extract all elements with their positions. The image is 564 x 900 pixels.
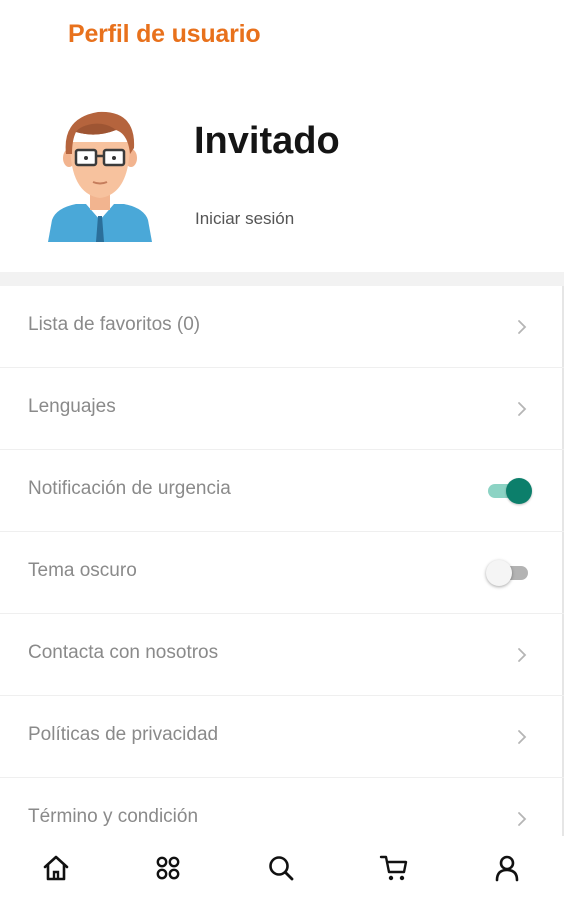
- settings-menu: Lista de favoritos (0) Lenguajes Notific…: [0, 286, 564, 860]
- chevron-right-icon: [518, 320, 527, 334]
- menu-item-label: Lista de favoritos (0): [28, 314, 201, 335]
- nav-profile-button[interactable]: [489, 850, 525, 886]
- menu-item-languages[interactable]: Lenguajes: [0, 368, 564, 450]
- page-title: Perfil de usuario: [68, 20, 261, 48]
- cart-icon: [379, 855, 408, 881]
- menu-item-label: Tema oscuro: [28, 560, 137, 581]
- menu-item-label: Notificación de urgencia: [28, 478, 231, 499]
- home-icon: [43, 855, 69, 881]
- dark-theme-toggle[interactable]: [486, 558, 532, 588]
- nav-categories-button[interactable]: [150, 850, 186, 886]
- urgent-notifications-toggle[interactable]: [486, 476, 532, 506]
- menu-item-label: Lenguajes: [28, 396, 116, 417]
- menu-item-label: Contacta con nosotros: [28, 642, 219, 663]
- menu-item-urgent-notifications: Notificación de urgencia: [0, 450, 564, 532]
- menu-item-privacy-policy[interactable]: Políticas de privacidad: [0, 696, 564, 778]
- chevron-right-icon: [518, 812, 527, 826]
- toggle-thumb: [506, 478, 532, 504]
- nav-cart-button[interactable]: [376, 850, 412, 886]
- nav-search-button[interactable]: [263, 850, 299, 886]
- section-divider: [0, 272, 564, 286]
- user-name: Invitado: [194, 120, 340, 162]
- header: Perfil de usuario: [0, 0, 564, 72]
- nav-home-button[interactable]: [38, 850, 74, 886]
- chevron-right-icon: [518, 648, 527, 662]
- profile-card: Invitado Iniciar sesión: [0, 72, 564, 272]
- avatar: [48, 111, 152, 242]
- chevron-right-icon: [518, 402, 527, 416]
- menu-item-favorites[interactable]: Lista de favoritos (0): [0, 286, 564, 368]
- chevron-right-icon: [518, 730, 527, 744]
- menu-item-dark-theme: Tema oscuro: [0, 532, 564, 614]
- menu-item-label: Término y condición: [28, 806, 199, 827]
- menu-item-label: Políticas de privacidad: [28, 724, 219, 745]
- search-icon: [269, 856, 294, 881]
- grid-icon: [156, 856, 180, 880]
- bottom-nav: [0, 836, 564, 900]
- login-link[interactable]: Iniciar sesión: [195, 209, 294, 229]
- menu-item-contact-us[interactable]: Contacta con nosotros: [0, 614, 564, 696]
- user-icon: [495, 855, 519, 882]
- toggle-thumb: [486, 560, 512, 586]
